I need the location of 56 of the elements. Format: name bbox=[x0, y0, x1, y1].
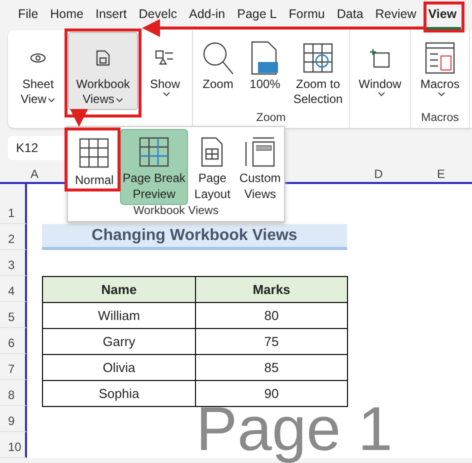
ribbon-tab[interactable]: Formu bbox=[284, 0, 329, 30]
row-header[interactable]: 8 bbox=[0, 380, 27, 406]
macros-icon bbox=[425, 42, 455, 74]
row-header[interactable]: 7 bbox=[0, 354, 27, 380]
ribbon-button[interactable]: Sheet View bbox=[10, 32, 66, 110]
sheet-title: Changing Workbook Views bbox=[42, 224, 347, 250]
ribbon-tab[interactable]: Review bbox=[371, 0, 420, 30]
highlight-frame bbox=[424, 2, 464, 32]
ribbon-tab[interactable]: Develc bbox=[134, 0, 181, 30]
view-option[interactable]: Page Layout bbox=[191, 129, 234, 205]
document-icon bbox=[96, 50, 110, 66]
page-break-grid-icon bbox=[139, 137, 170, 167]
row-header[interactable]: 1 bbox=[0, 184, 27, 224]
view-option[interactable]: Normal bbox=[72, 129, 117, 205]
ribbon-tab[interactable]: Insert bbox=[92, 0, 131, 30]
group-label: Zoom bbox=[256, 112, 286, 124]
ribbon-button[interactable]: 100% bbox=[243, 32, 287, 110]
ribbon-button[interactable]: Workbook Views bbox=[68, 32, 138, 110]
ribbon-tab[interactable]: Page L bbox=[233, 0, 281, 30]
column-header[interactable]: D bbox=[347, 166, 410, 184]
row-header[interactable]: 9 bbox=[0, 406, 27, 432]
shapes-icon bbox=[155, 50, 175, 66]
window-icon bbox=[369, 48, 391, 68]
group-label: Macros bbox=[421, 112, 459, 124]
custom-views-icon bbox=[245, 137, 276, 167]
highlight-frame bbox=[64, 128, 120, 192]
ribbon-button[interactable]: Window bbox=[352, 32, 408, 110]
ribbon-button[interactable]: Zoom to Selection bbox=[289, 32, 347, 110]
ribbon-tab[interactable]: File bbox=[14, 0, 42, 30]
row-header[interactable]: 5 bbox=[0, 302, 27, 328]
row-header[interactable]: 6 bbox=[0, 328, 27, 354]
zoom-selection-icon bbox=[303, 43, 333, 73]
ribbon-tab[interactable]: Add-in bbox=[184, 0, 230, 30]
row-header[interactable]: 2 bbox=[0, 224, 27, 250]
table-cell: Sophia bbox=[42, 380, 196, 407]
view-option[interactable]: Custom Views bbox=[236, 129, 284, 205]
view-option[interactable]: Page Break Preview bbox=[120, 129, 188, 205]
row-header[interactable]: 3 bbox=[0, 250, 27, 276]
menu-label: Workbook Views bbox=[133, 205, 219, 217]
ribbon-button[interactable]: Show bbox=[140, 32, 190, 110]
header-cell: Name bbox=[42, 276, 196, 303]
page-100-icon bbox=[251, 41, 279, 75]
eye-icon bbox=[30, 53, 46, 63]
page-icon bbox=[201, 137, 224, 167]
search-icon bbox=[202, 41, 234, 75]
annotation-arrow bbox=[70, 109, 88, 127]
ribbon-button[interactable]: Zoom bbox=[195, 32, 241, 110]
ribbon-tab[interactable]: Home bbox=[46, 0, 88, 30]
ribbon-tab[interactable]: Data bbox=[332, 0, 368, 30]
ribbon-button[interactable]: Macros bbox=[413, 32, 467, 110]
grid-icon bbox=[79, 138, 110, 168]
column-header[interactable]: E bbox=[410, 166, 472, 184]
header-cell: Marks bbox=[195, 276, 348, 303]
row-header[interactable]: 4 bbox=[0, 276, 27, 302]
row-header[interactable]: 10 bbox=[0, 432, 27, 458]
column-header[interactable]: A bbox=[27, 166, 42, 184]
